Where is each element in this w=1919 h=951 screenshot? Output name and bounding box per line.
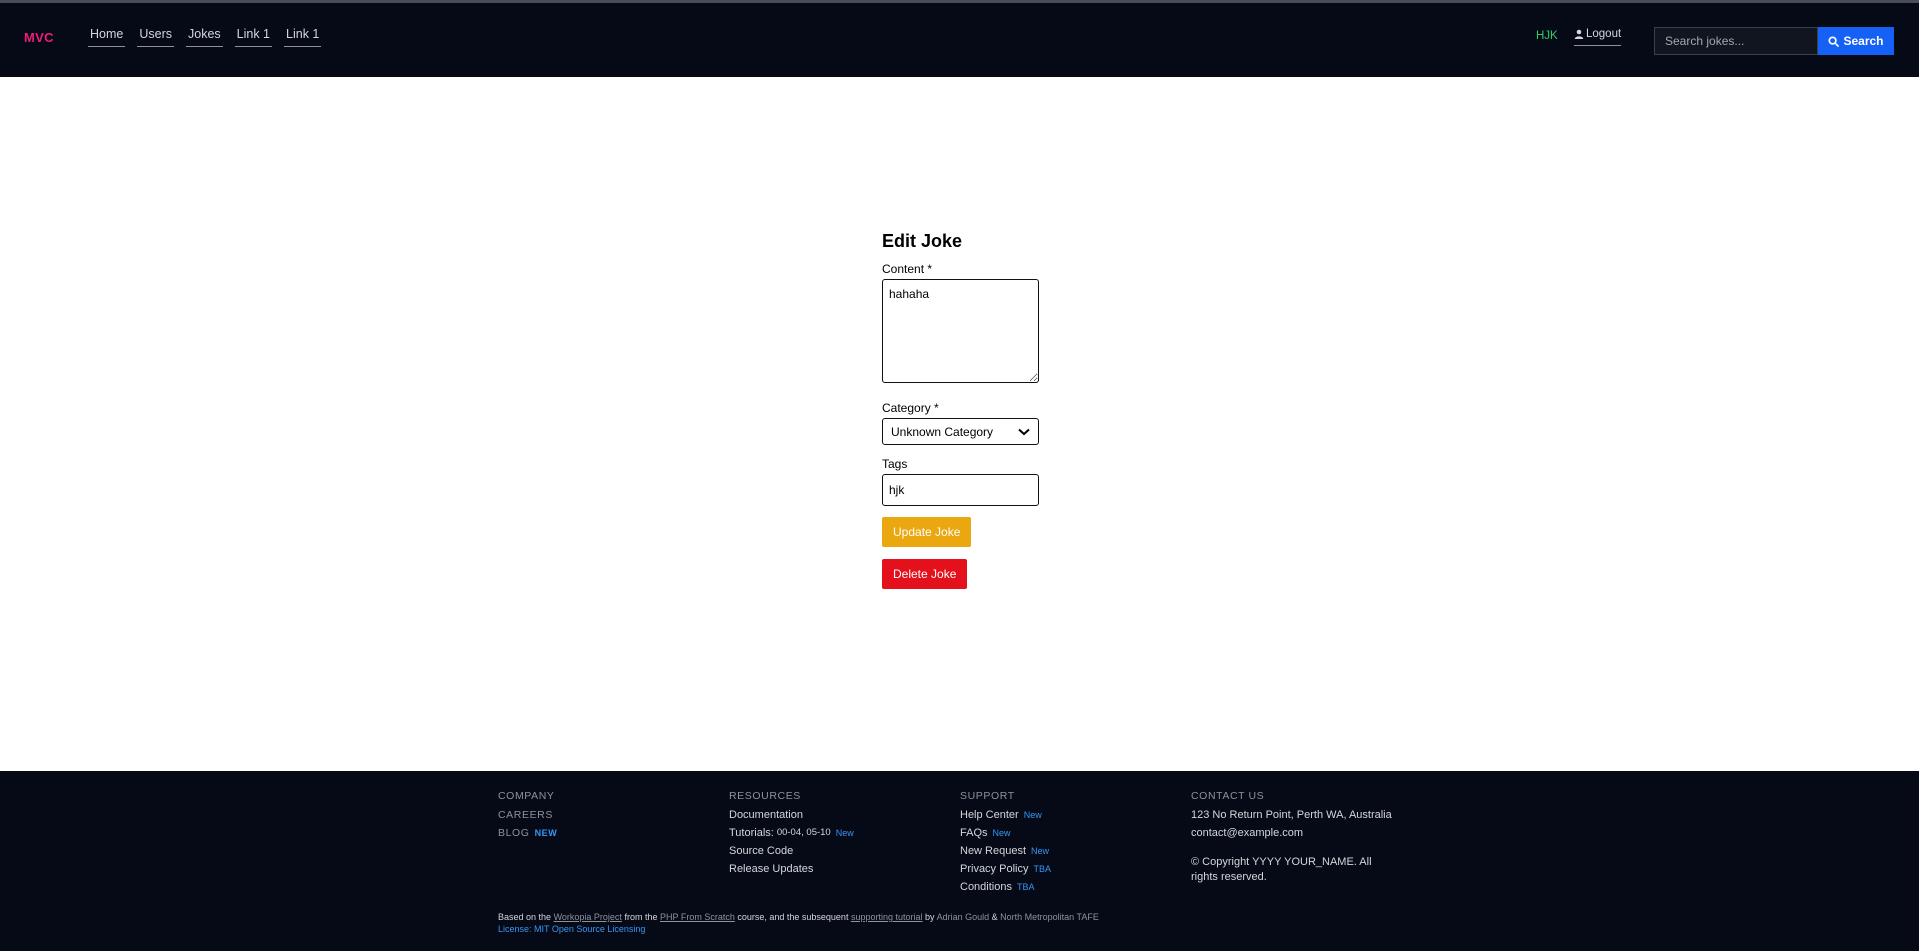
footer-blog-badge: NEW (534, 827, 558, 838)
content-label: Content * (882, 262, 933, 276)
footer-tutorials-badge: New (835, 827, 854, 838)
tags-input[interactable] (882, 474, 1039, 506)
footer-release-updates-link[interactable]: Release Updates (729, 862, 854, 875)
main-content: Edit Joke Content * hahaha Category * Un… (0, 77, 1919, 771)
credits-by: by (925, 912, 935, 922)
footer-tutorials-label: Tutorials: (729, 826, 774, 839)
current-user: HJK (1536, 30, 1558, 42)
author-name: Adrian Gould (936, 912, 990, 922)
supporting-tutorial-link[interactable]: supporting tutorial (851, 912, 923, 922)
footer-faqs-link[interactable]: FAQs New (960, 826, 1051, 839)
nav-link-home[interactable]: Home (88, 27, 126, 47)
footer-copyright: © Copyright YYYY YOUR_NAME. All rights r… (1191, 856, 1372, 883)
footer-credits-line: Based on the Workopia Project from the P… (498, 911, 1099, 923)
footer-faqs-badge: New (992, 827, 1011, 838)
workopia-project-link[interactable]: Workopia Project (554, 912, 622, 922)
footer-new-request-label: New Request (960, 844, 1027, 857)
brand-logo[interactable]: MVC (24, 30, 54, 45)
license-link[interactable]: License: MIT Open Source Licensing (498, 923, 1099, 935)
footer-blog-link[interactable]: BLOG NEW (498, 826, 557, 839)
footer-support-heading: SUPPORT (960, 790, 1015, 802)
credits-based-on: Based on the (498, 912, 552, 922)
nav-link-1[interactable]: Link 1 (234, 27, 273, 47)
footer-new-request-link[interactable]: New Request New (960, 844, 1051, 857)
edit-joke-form: Edit Joke Content * hahaha Category * Un… (882, 231, 1042, 589)
top-navbar: MVC Home Users Jokes Link 1 Link 1 HJK L… (0, 3, 1919, 77)
category-select[interactable]: Unknown Category (882, 418, 1039, 445)
footer-company-column: COMPANY CAREERS BLOG NEW (498, 790, 557, 844)
search-icon (1828, 35, 1840, 47)
search-input[interactable] (1654, 27, 1818, 55)
footer-address: 123 No Return Point, Perth WA, Australia (1191, 808, 1392, 821)
footer-resources-column: RESOURCES Documentation Tutorials: 00-04… (729, 790, 854, 880)
nav-link-1-second[interactable]: Link 1 (284, 27, 322, 47)
footer-blog-label: BLOG (498, 826, 530, 839)
footer-faqs-label: FAQs (960, 826, 988, 839)
chevron-down-icon (1018, 428, 1030, 435)
credits-ampersand: & (991, 912, 998, 922)
logout-label: Logout (1586, 28, 1622, 40)
content-textarea[interactable]: hahaha (882, 279, 1039, 383)
search-button-label: Search (1843, 34, 1884, 48)
category-label: Category * (882, 401, 939, 415)
delete-joke-button[interactable]: Delete Joke (882, 559, 968, 589)
search-button[interactable]: Search (1818, 27, 1894, 55)
nav-link-users[interactable]: Users (137, 27, 174, 47)
footer-documentation-link[interactable]: Documentation (729, 808, 854, 821)
nav-link-jokes[interactable]: Jokes (186, 27, 223, 47)
footer-help-center-link[interactable]: Help Center New (960, 808, 1051, 821)
footer-source-code-link[interactable]: Source Code (729, 844, 854, 857)
footer-resources-heading: RESOURCES (729, 790, 801, 802)
footer-new-request-badge: New (1031, 845, 1050, 856)
credits-course-text: course, and the subsequent (737, 912, 849, 922)
footer-source-code-label: Source Code (729, 844, 794, 857)
footer-privacy-policy-badge: TBA (1033, 863, 1051, 874)
organization-name: North Metropolitan TAFE (1000, 912, 1099, 922)
footer-credits: Based on the Workopia Project from the P… (498, 911, 1099, 935)
footer-tutorials-link[interactable]: Tutorials: 00-04, 05-10 New (729, 826, 854, 839)
footer-support-column: SUPPORT Help Center New FAQs New New Req… (960, 790, 1051, 898)
tags-label: Tags (882, 457, 908, 471)
footer-release-updates-label: Release Updates (729, 862, 814, 875)
page-footer: COMPANY CAREERS BLOG NEW RESOURCES Docum… (0, 771, 1919, 951)
footer-contact-heading: CONTACT US (1191, 790, 1265, 802)
footer-help-center-label: Help Center (960, 808, 1019, 821)
footer-careers-label: CAREERS (498, 808, 553, 821)
footer-conditions-link[interactable]: Conditions TBA (960, 880, 1051, 893)
php-from-scratch-link[interactable]: PHP From Scratch (660, 912, 735, 922)
update-joke-button[interactable]: Update Joke (882, 517, 972, 547)
footer-privacy-policy-link[interactable]: Privacy Policy TBA (960, 862, 1051, 875)
footer-conditions-label: Conditions (960, 880, 1012, 893)
footer-email-link[interactable]: contact@example.com (1191, 826, 1401, 839)
footer-help-center-badge: New (1023, 809, 1042, 820)
credits-from-the: from the (624, 912, 658, 922)
footer-tutorials-range: 00-04, 05-10 (776, 827, 831, 838)
footer-contact-column: CONTACT US 123 No Return Point, Perth WA… (1191, 790, 1401, 885)
main-nav: Home Users Jokes Link 1 Link 1 (88, 27, 322, 47)
footer-company-heading[interactable]: COMPANY (498, 790, 557, 802)
footer-conditions-badge: TBA (1016, 881, 1035, 892)
logout-button[interactable]: Logout (1574, 28, 1622, 46)
category-selected-value: Unknown Category (891, 424, 994, 439)
user-icon (1574, 29, 1584, 39)
footer-careers-link[interactable]: CAREERS (498, 808, 557, 821)
footer-documentation-label: Documentation (729, 808, 803, 821)
footer-privacy-policy-label: Privacy Policy (960, 862, 1029, 875)
page-title: Edit Joke (882, 231, 963, 251)
